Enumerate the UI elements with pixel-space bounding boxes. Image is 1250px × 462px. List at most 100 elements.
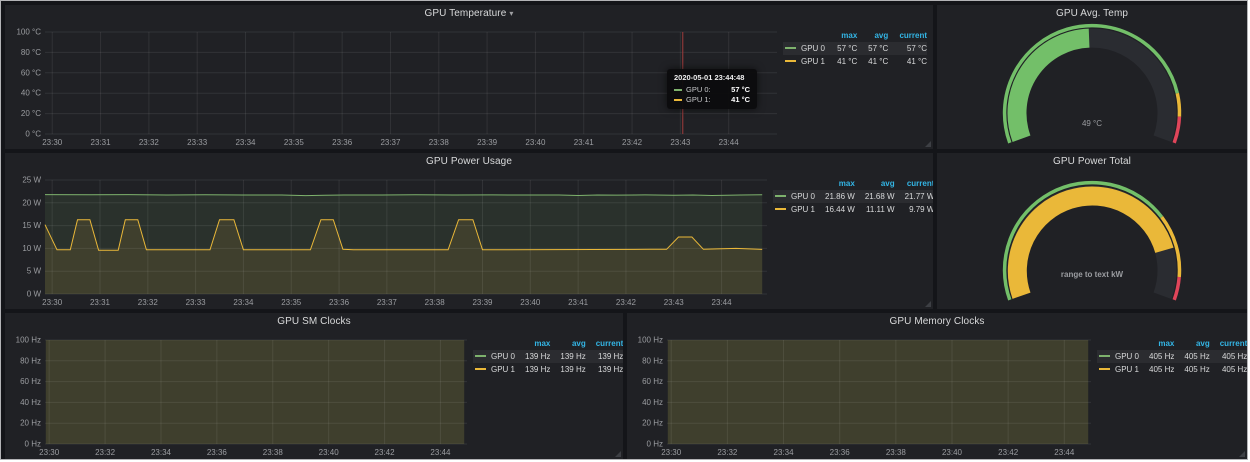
series-swatch (475, 368, 486, 370)
panel-title-gpu-power-total[interactable]: GPU Power Total (937, 153, 1247, 171)
svg-text:23:34: 23:34 (151, 448, 172, 457)
legend-row: GPU 141 °C41 °C41 °C (783, 55, 927, 68)
svg-text:23:32: 23:32 (717, 448, 738, 457)
panel-title-text: GPU Memory Clocks (889, 316, 984, 327)
legend-row: GPU 057 °C57 °C57 °C (783, 42, 927, 55)
legend-series-toggle[interactable]: GPU 0 (473, 350, 515, 363)
gpu-power-usage-legend: maxavgcurrentGPU 021.86 W21.68 W21.77 WG… (773, 171, 933, 309)
series-swatch (475, 355, 486, 357)
legend-stat-value: 41 °C (826, 55, 857, 68)
panel-title-text: GPU Power Total (1053, 156, 1131, 167)
svg-text:40 Hz: 40 Hz (20, 398, 41, 407)
legend-series-toggle[interactable]: GPU 1 (783, 55, 826, 68)
svg-text:23:44: 23:44 (719, 138, 740, 147)
legend-column-header[interactable]: avg (855, 178, 895, 190)
gpu-memory-clocks-chart[interactable]: 0 Hz20 Hz40 Hz60 Hz80 Hz100 Hz23:3023:32… (627, 331, 1097, 459)
svg-text:20 W: 20 W (22, 198, 41, 207)
svg-text:23:42: 23:42 (375, 448, 396, 457)
svg-text:23:44: 23:44 (430, 448, 451, 457)
svg-text:23:30: 23:30 (661, 448, 682, 457)
legend-series-toggle[interactable]: GPU 0 (783, 42, 826, 55)
panel-title-gpu-sm-clocks[interactable]: GPU SM Clocks (5, 313, 623, 331)
legend-stat-value: 11.11 W (855, 203, 895, 216)
legend-column-header[interactable]: max (826, 30, 857, 42)
panel-gpu-power-total: GPU Power Total range to text kW (937, 153, 1247, 309)
legend-stat-value: 139 Hz (515, 363, 550, 376)
svg-text:100 Hz: 100 Hz (638, 336, 663, 345)
legend-column-header[interactable]: max (515, 338, 550, 350)
tooltip-row: GPU 1:41 °C (674, 95, 750, 104)
svg-text:23:36: 23:36 (830, 448, 851, 457)
svg-text:80 Hz: 80 Hz (20, 356, 41, 365)
legend-table: maxavgcurrentGPU 057 °C57 °C57 °CGPU 141… (783, 30, 927, 68)
legend-column-header[interactable]: avg (1174, 338, 1209, 350)
legend-row: GPU 116.44 W11.11 W9.79 W (773, 203, 933, 216)
panel-title-gpu-memory-clocks[interactable]: GPU Memory Clocks (627, 313, 1247, 331)
svg-text:23:32: 23:32 (138, 298, 159, 307)
tooltip-value: 41 °C (721, 95, 750, 104)
svg-text:23:37: 23:37 (377, 298, 398, 307)
svg-text:80 Hz: 80 Hz (642, 356, 663, 365)
svg-text:80 °C: 80 °C (21, 48, 41, 57)
svg-text:23:32: 23:32 (139, 138, 160, 147)
panel-resize-handle[interactable] (925, 141, 931, 147)
legend-series-toggle[interactable]: GPU 1 (773, 203, 815, 216)
svg-text:60 °C: 60 °C (21, 68, 41, 77)
svg-text:10 W: 10 W (22, 244, 41, 253)
gpu-temperature-legend: maxavgcurrentGPU 057 °C57 °C57 °CGPU 141… (783, 23, 933, 149)
svg-text:23:33: 23:33 (186, 298, 207, 307)
legend-stat-value: 139 Hz (515, 350, 550, 363)
legend-stat-value: 139 Hz (550, 363, 585, 376)
svg-text:23:38: 23:38 (263, 448, 284, 457)
legend-stat-value: 16.44 W (815, 203, 855, 216)
svg-text:23:30: 23:30 (42, 138, 63, 147)
gpu-power-usage-chart[interactable]: 0 W5 W10 W15 W20 W25 W23:3023:3123:3223:… (5, 171, 773, 309)
panel-title-gpu-temperature[interactable]: GPU Temperature▾ (5, 5, 933, 23)
panel-resize-handle[interactable] (1239, 451, 1245, 457)
legend-series-toggle[interactable]: GPU 1 (473, 363, 515, 376)
gauge-value-text: 49 °C (1082, 119, 1102, 128)
gpu-sm-clocks-legend: maxavgcurrentGPU 0139 Hz139 Hz139 HzGPU … (473, 331, 623, 459)
panel-gpu-power-usage: GPU Power Usage 0 W5 W10 W15 W20 W25 W23… (5, 153, 933, 309)
svg-text:23:42: 23:42 (998, 448, 1019, 457)
series-swatch (1099, 355, 1110, 357)
legend-stat-value: 139 Hz (550, 350, 585, 363)
legend-column-header[interactable]: max (1139, 338, 1174, 350)
gpu-sm-clocks-chart[interactable]: 0 Hz20 Hz40 Hz60 Hz80 Hz100 Hz23:3023:32… (5, 331, 473, 459)
svg-text:40 °C: 40 °C (21, 89, 41, 98)
svg-text:23:38: 23:38 (886, 448, 907, 457)
legend-stat-value: 139 Hz (586, 350, 623, 363)
svg-text:23:31: 23:31 (91, 138, 112, 147)
svg-text:23:34: 23:34 (235, 138, 256, 147)
legend-column-header[interactable]: current (888, 30, 927, 42)
panel-resize-handle[interactable] (615, 451, 621, 457)
tooltip-value: 57 °C (721, 85, 750, 94)
legend-stat-value: 41 °C (888, 55, 927, 68)
legend-series-toggle[interactable]: GPU 0 (1097, 350, 1139, 363)
panel-title-gpu-avg-temp[interactable]: GPU Avg. Temp (937, 5, 1247, 23)
legend-series-toggle[interactable]: GPU 0 (773, 190, 815, 203)
svg-text:23:32: 23:32 (95, 448, 116, 457)
series-swatch (775, 195, 786, 197)
legend-stat-value: 57 °C (857, 42, 888, 55)
legend-column-header[interactable]: avg (550, 338, 585, 350)
svg-text:20 Hz: 20 Hz (20, 419, 41, 428)
panel-title-gpu-power-usage[interactable]: GPU Power Usage (5, 153, 933, 171)
legend-stat-value: 405 Hz (1174, 350, 1209, 363)
legend-column-header[interactable]: current (895, 178, 933, 190)
svg-text:5 W: 5 W (27, 267, 42, 276)
legend-series-toggle[interactable]: GPU 1 (1097, 363, 1139, 376)
series-swatch (1099, 368, 1110, 370)
legend-column-header[interactable]: max (815, 178, 855, 190)
grafana-dashboard: GPU Temperature▾ 0 °C20 °C40 °C60 °C80 °… (0, 0, 1248, 460)
legend-column-header[interactable]: avg (857, 30, 888, 42)
legend-table: maxavgcurrentGPU 021.86 W21.68 W21.77 WG… (773, 178, 933, 216)
svg-text:60 Hz: 60 Hz (642, 377, 663, 386)
legend-column-header[interactable]: current (586, 338, 623, 350)
svg-text:23:34: 23:34 (233, 298, 254, 307)
svg-text:23:44: 23:44 (1054, 448, 1075, 457)
legend-column-header[interactable]: current (1210, 338, 1247, 350)
panel-resize-handle[interactable] (925, 301, 931, 307)
svg-text:23:43: 23:43 (664, 298, 685, 307)
svg-text:23:36: 23:36 (332, 138, 353, 147)
